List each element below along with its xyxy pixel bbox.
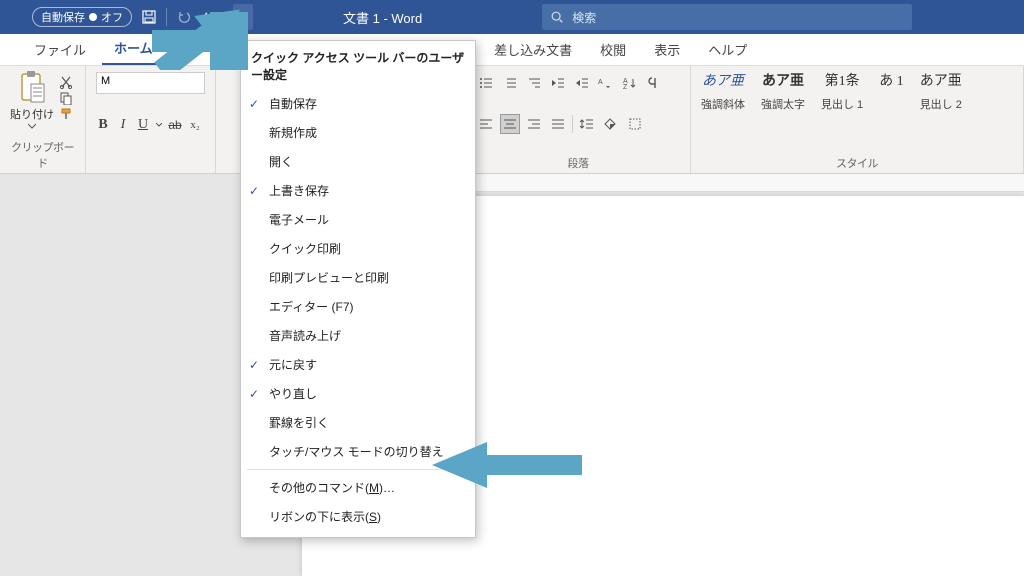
- chevron-down-icon[interactable]: [156, 123, 162, 127]
- underline-button[interactable]: U: [136, 117, 150, 133]
- check-icon: ✓: [249, 358, 259, 372]
- multilevel-button[interactable]: [524, 73, 544, 93]
- font-name-box[interactable]: M: [96, 72, 205, 94]
- text-direction-button[interactable]: A: [596, 73, 616, 93]
- style-item-2[interactable]: 第1条見出し 1: [821, 70, 863, 112]
- borders-button[interactable]: [625, 114, 645, 134]
- menu-item-8[interactable]: 音声読み上げ: [241, 321, 475, 350]
- check-icon: ✓: [249, 387, 259, 401]
- tab-view[interactable]: 表示: [642, 34, 692, 65]
- style-item-3[interactable]: あ 1: [879, 70, 904, 96]
- tab-mailings[interactable]: 差し込み文書: [482, 34, 584, 65]
- align-justify-button[interactable]: [548, 114, 568, 134]
- align-right-button[interactable]: [524, 114, 544, 134]
- line-spacing-button[interactable]: [577, 114, 597, 134]
- paste-button[interactable]: 貼り付け: [10, 70, 54, 129]
- group-label-paragraph: 段落: [476, 155, 680, 171]
- menu-item-9[interactable]: ✓元に戻す: [241, 350, 475, 379]
- subscript-button[interactable]: x₂: [188, 119, 202, 131]
- style-item-0[interactable]: あア亜強調斜体: [701, 70, 745, 112]
- document-title: 文書 1 - Word: [343, 8, 422, 27]
- format-painter-icon[interactable]: [58, 106, 74, 122]
- cut-icon[interactable]: [58, 74, 74, 90]
- ribbon: 貼り付け クリップボード M B I U ab x₂: [0, 66, 1024, 174]
- search-icon: [550, 10, 564, 24]
- menu-item-1[interactable]: 新規作成: [241, 118, 475, 147]
- align-left-button[interactable]: [476, 114, 496, 134]
- annotation-arrow-top: [150, 8, 254, 73]
- tab-help[interactable]: ヘルプ: [696, 34, 759, 65]
- group-styles: あア亜強調斜体あア亜強調太字第1条見出し 1 あ 1 あア亜見出し 2 スタイル: [691, 66, 1024, 173]
- dropdown-title: クイック アクセス ツール バーのユーザー設定: [241, 41, 475, 89]
- show-marks-button[interactable]: [644, 73, 664, 93]
- tab-review[interactable]: 校閲: [588, 34, 638, 65]
- menu-item-0[interactable]: ✓自動保存: [241, 89, 475, 118]
- svg-text:A: A: [598, 79, 603, 86]
- check-icon: ✓: [249, 184, 259, 198]
- align-center-button[interactable]: [500, 114, 520, 134]
- copy-icon[interactable]: [58, 90, 74, 106]
- group-label-clipboard: クリップボード: [10, 139, 75, 171]
- menu-item-5[interactable]: クイック印刷: [241, 234, 475, 263]
- autosave-toggle[interactable]: 自動保存 オフ: [32, 7, 132, 27]
- style-item-4[interactable]: あア亜見出し 2: [920, 70, 962, 112]
- group-clipboard: 貼り付け クリップボード: [0, 66, 86, 173]
- group-label-styles: スタイル: [701, 155, 1013, 171]
- menu-item-3[interactable]: ✓上書き保存: [241, 176, 475, 205]
- autosave-label: 自動保存: [41, 9, 85, 25]
- menu-item-11[interactable]: 罫線を引く: [241, 408, 475, 437]
- autosave-indicator: [89, 13, 97, 21]
- document-area: [0, 174, 1024, 576]
- group-font: M B I U ab x₂: [86, 66, 216, 173]
- bold-button[interactable]: B: [96, 117, 110, 133]
- menu-item-6[interactable]: 印刷プレビューと印刷: [241, 263, 475, 292]
- search-placeholder: 検索: [572, 9, 596, 26]
- menu-item-2[interactable]: 開く: [241, 147, 475, 176]
- strikethrough-button[interactable]: ab: [168, 118, 182, 132]
- indent-decrease-button[interactable]: [548, 73, 568, 93]
- bullets-button[interactable]: [476, 73, 496, 93]
- shading-button[interactable]: [601, 114, 621, 134]
- numbering-button[interactable]: [500, 73, 520, 93]
- menu-show-below-ribbon[interactable]: リボンの下に表示(S): [241, 502, 475, 531]
- group-paragraph: A AZ 段落: [466, 66, 691, 173]
- search-box[interactable]: 検索: [542, 4, 912, 30]
- autosave-state: オフ: [101, 9, 123, 25]
- sort-button[interactable]: AZ: [620, 73, 640, 93]
- indent-increase-button[interactable]: [572, 73, 592, 93]
- italic-button[interactable]: I: [116, 117, 130, 133]
- svg-text:Z: Z: [623, 84, 628, 90]
- style-item-1[interactable]: あア亜強調太字: [761, 70, 805, 112]
- check-icon: ✓: [249, 97, 259, 111]
- annotation-arrow-bottom: [432, 440, 582, 493]
- tab-file[interactable]: ファイル: [22, 34, 98, 65]
- menu-item-7[interactable]: エディター (F7): [241, 292, 475, 321]
- menu-item-10[interactable]: ✓やり直し: [241, 379, 475, 408]
- menu-item-4[interactable]: 電子メール: [241, 205, 475, 234]
